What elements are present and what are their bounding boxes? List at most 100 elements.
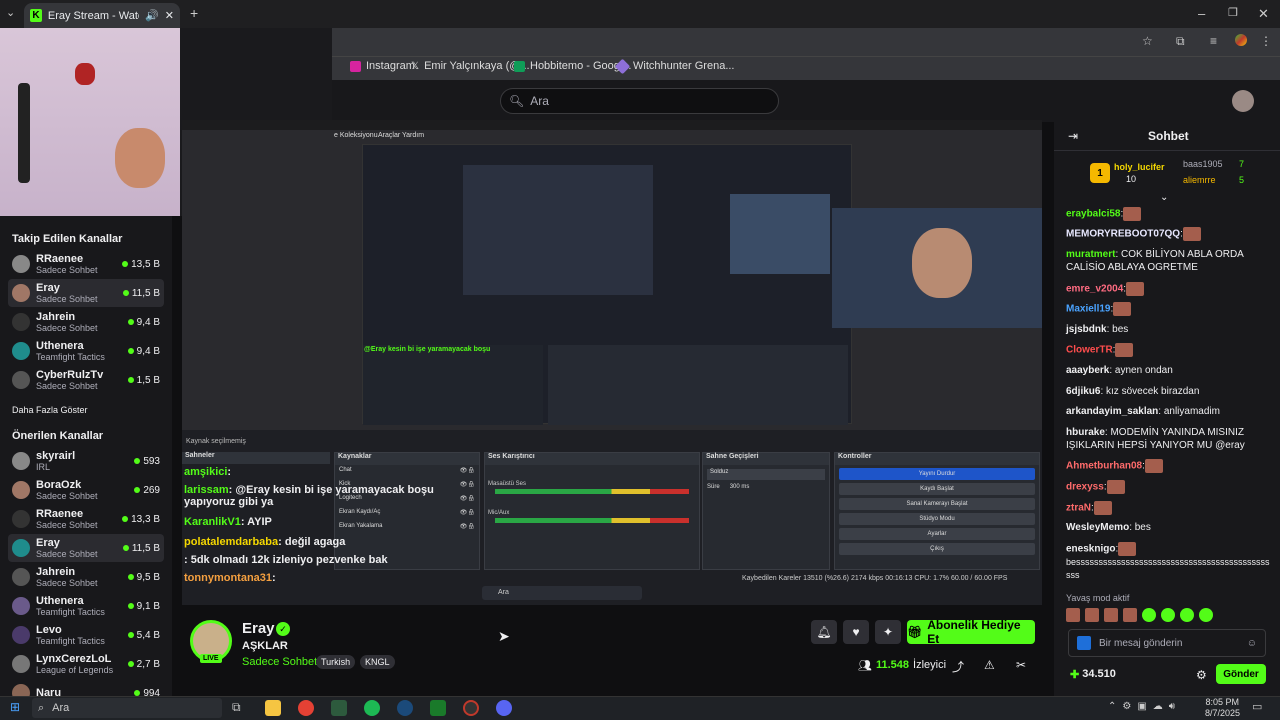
recommended-channel[interactable]: BoraOzk Sadece Sohbet 269 xyxy=(8,476,164,504)
viewers-icon: 👥︎ xyxy=(858,660,872,672)
search-input[interactable]: 🔍︎ Ara xyxy=(500,88,779,114)
obs-status: Kaybedilen Kareler 13510 (%26.6) 2174 kb… xyxy=(742,575,1008,582)
tag-kngl[interactable]: KNGL xyxy=(360,655,395,669)
chat-username[interactable]: Maxiell19 xyxy=(1066,304,1110,315)
obs-preview: e Koleksiyonu Araçlar Yardım @Eray kesin… xyxy=(182,120,1042,430)
emoji-icon[interactable]: ☺ xyxy=(1247,638,1257,649)
emote-bar[interactable] xyxy=(1066,608,1266,624)
obs-icon[interactable] xyxy=(463,700,479,716)
file-explorer-icon[interactable] xyxy=(265,700,281,716)
clip-icon[interactable]: ✂ xyxy=(1016,658,1026,672)
tab-close-icon[interactable]: ✕ xyxy=(165,9,174,22)
recommended-channel[interactable]: Levo Teamfight Tactics 5,4 B xyxy=(8,621,164,649)
browser-tab[interactable]: K Eray Stream - Watch Live o 🔊 ✕ xyxy=(24,3,180,28)
recommended-channel[interactable]: LynxCerezLoL League of Legends 2,7 B xyxy=(8,650,164,678)
sparkle-icon[interactable]: ✦ xyxy=(875,620,901,644)
stream-title: AŞKLAR xyxy=(242,640,288,652)
notifications-icon[interactable]: ▭ xyxy=(1252,700,1262,713)
chat-username[interactable]: aaayberk xyxy=(1066,365,1109,376)
live-dot-icon xyxy=(122,261,129,267)
bookmark-instagram[interactable]: Instagram xyxy=(350,60,415,72)
restore-icon[interactable]: ❐ xyxy=(1228,6,1238,19)
tab-audio-icon[interactable]: 🔊 xyxy=(145,9,159,22)
mic-audio-meter[interactable] xyxy=(495,518,689,523)
send-button[interactable]: Gönder xyxy=(1216,664,1266,684)
chat-username[interactable]: jsjsbdnk xyxy=(1066,324,1107,335)
chat-message: enesknigo: xyxy=(1066,542,1272,556)
transition-duration[interactable]: 300 ms xyxy=(730,484,750,490)
collapse-chat-icon[interactable]: ⇥ xyxy=(1068,129,1078,143)
recommended-channel[interactable]: Jahrein Sadece Sohbet 9,5 B xyxy=(8,563,164,591)
tag-turkish[interactable]: Turkish xyxy=(316,655,356,669)
leader-1-name[interactable]: holy_lucifer xyxy=(1114,162,1165,172)
channel-points[interactable]: ✚ 34.510 xyxy=(1070,668,1116,681)
discord-icon[interactable] xyxy=(496,700,512,716)
channel-viewers: 593 xyxy=(134,456,164,467)
slow-mode-notice: Yavaş mod aktif xyxy=(1066,593,1130,603)
media-icon[interactable]: ≡ xyxy=(1210,34,1217,48)
chat-username[interactable]: MEMORYREBOOT07QQ xyxy=(1066,229,1180,240)
tab-list-icon[interactable]: ⌄ xyxy=(6,6,15,19)
star-icon[interactable]: ☆ xyxy=(1142,34,1153,48)
follow-heart-icon[interactable]: ♥ xyxy=(843,620,869,644)
visibility-icon: 👁︎🔒︎ xyxy=(459,468,475,474)
followed-channel[interactable]: CyberRulzTv Sadece Sohbet 1,5 B xyxy=(8,366,164,394)
clock-date: 8/7/2025 xyxy=(1204,708,1240,718)
chat-username[interactable]: drexyss xyxy=(1066,482,1104,493)
chat-username[interactable]: 6djiku6 xyxy=(1066,386,1100,397)
extensions-icon[interactable]: ⧉ xyxy=(1176,34,1185,49)
chat-username[interactable]: arkandayim_saklan xyxy=(1066,406,1158,417)
recommended-channel[interactable]: RRaenee Sadece Sohbet 13,3 B xyxy=(8,505,164,533)
share-icon[interactable]: ⤴ xyxy=(952,658,964,675)
followed-channel[interactable]: Jahrein Sadece Sohbet 9,4 B xyxy=(8,308,164,336)
chat-username[interactable]: ztraN xyxy=(1066,503,1091,514)
gift-subscription-button[interactable]: 🎁︎ Abonelik Hediye Et xyxy=(907,618,1035,646)
leader-2-name[interactable]: baas1905 xyxy=(1183,159,1223,169)
profile-icon[interactable] xyxy=(1235,34,1247,46)
system-tray-icons[interactable]: ⌃⚙▣☁🔊︎ xyxy=(1108,701,1181,712)
channel-avatar xyxy=(12,481,30,499)
steam-icon[interactable] xyxy=(397,700,413,716)
stream-category[interactable]: Sadece Sohbet xyxy=(242,656,317,668)
windows-start-icon[interactable]: ⊞ xyxy=(10,700,20,714)
menu-icon[interactable]: ⋮ xyxy=(1260,34,1272,48)
recommended-channel[interactable]: Eray Sadece Sohbet 11,5 B xyxy=(8,534,164,562)
chat-message-input[interactable]: Bir mesaj gönderin ☺ xyxy=(1068,629,1266,657)
chat-username[interactable]: WesleyMemo xyxy=(1066,522,1129,533)
chat-username[interactable]: ClowerTR xyxy=(1066,345,1113,356)
bookmark-sheets[interactable]: Hobbitemo - Googl... xyxy=(514,60,632,72)
expand-leaderboard-icon[interactable]: ⌄ xyxy=(1160,192,1168,203)
chat-message: jsjsbdnk: bes xyxy=(1066,323,1272,336)
task-view-icon[interactable]: ⧉ xyxy=(232,700,241,715)
notification-bell-icon[interactable]: 🔔︎ xyxy=(811,620,837,644)
bookmark-witchhunter[interactable]: Witchhunter Grena... xyxy=(614,58,735,74)
new-tab-icon[interactable]: + xyxy=(190,5,198,21)
minimize-icon[interactable]: – xyxy=(1198,6,1205,21)
xbox-icon[interactable] xyxy=(331,700,347,716)
report-icon[interactable]: ⚠ xyxy=(984,658,995,672)
show-more-link[interactable]: Daha Fazla Göster xyxy=(12,405,88,415)
chat-username[interactable]: eraybalci58 xyxy=(1066,209,1121,220)
spotify-icon[interactable] xyxy=(364,700,380,716)
close-window-icon[interactable]: ✕ xyxy=(1258,6,1269,22)
streamer-name[interactable]: Eray xyxy=(242,620,275,637)
chrome-icon[interactable] xyxy=(298,700,314,716)
recommended-channel[interactable]: Uthenera Teamfight Tactics 9,1 B xyxy=(8,592,164,620)
recommended-channel[interactable]: skyrairl IRL 593 xyxy=(8,447,164,475)
followed-channel[interactable]: Eray Sadece Sohbet 11,5 B xyxy=(8,279,164,307)
live-dot-icon xyxy=(122,516,129,522)
chat-settings-icon[interactable]: ⚙ xyxy=(1196,668,1207,682)
chat-username[interactable]: emre_v2004 xyxy=(1066,284,1123,295)
user-avatar[interactable] xyxy=(1232,90,1254,112)
kick-app-icon[interactable] xyxy=(430,700,446,716)
chat-username[interactable]: hburake xyxy=(1066,427,1105,438)
leader-3-name[interactable]: aliemrre xyxy=(1183,175,1216,185)
followed-channel[interactable]: RRaenee Sadece Sohbet 13,5 B xyxy=(8,250,164,278)
transition-select[interactable]: Solduz xyxy=(707,469,825,480)
taskbar-search[interactable]: ⌕ Ara xyxy=(32,698,222,718)
bookmark-x[interactable]: 𝕏 Emir Yalçınkaya (@... xyxy=(411,60,530,72)
chat-username[interactable]: Ahmetburhan08 xyxy=(1066,461,1142,472)
chat-username[interactable]: muratmert xyxy=(1066,249,1115,260)
chat-username[interactable]: enesknigo xyxy=(1066,544,1115,555)
followed-channel[interactable]: Uthenera Teamfight Tactics 9,4 B xyxy=(8,337,164,365)
